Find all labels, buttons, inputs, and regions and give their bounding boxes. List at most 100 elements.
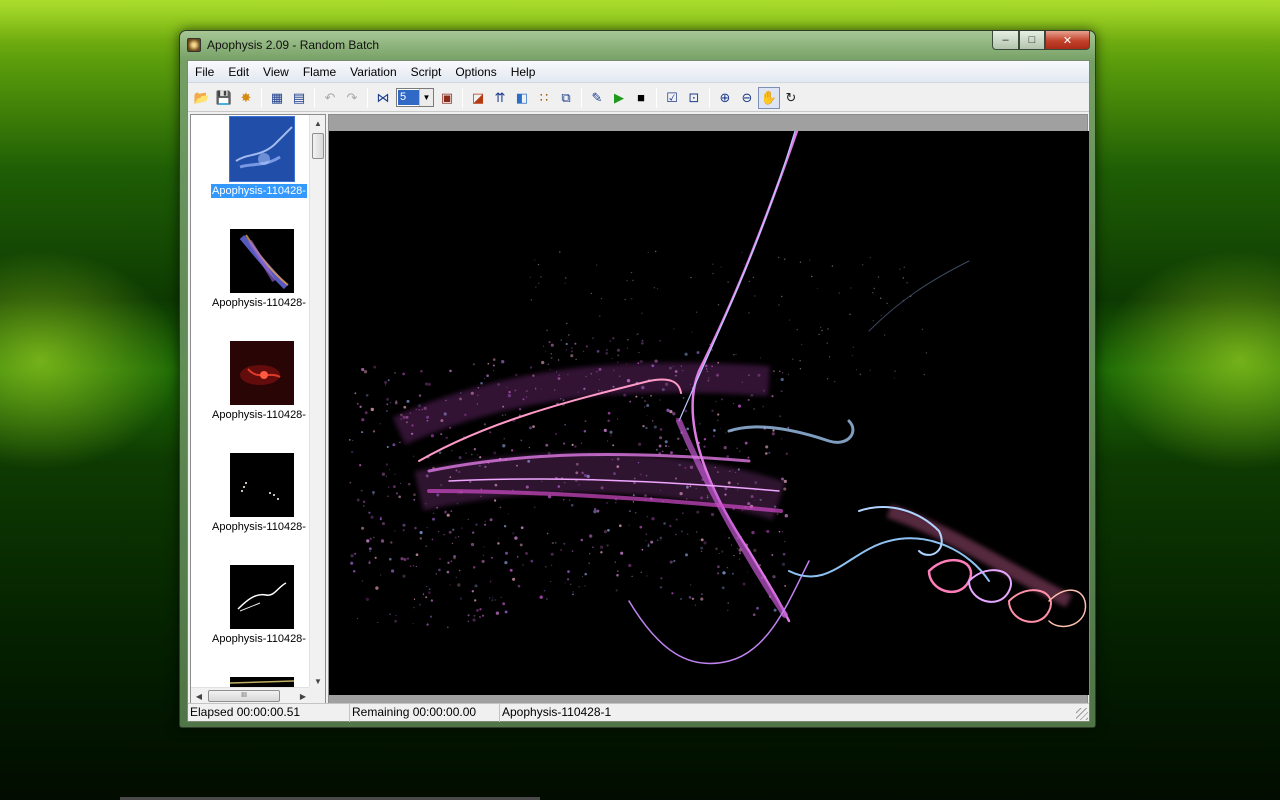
title-bar[interactable]: Apophysis 2.09 - Random Batch – □ ✕: [180, 31, 1095, 59]
flame-particle: [609, 434, 612, 437]
thumbnail-item[interactable]: Apophysis-110428-: [191, 561, 311, 661]
render-window-icon[interactable]: ⧉: [555, 87, 577, 109]
status-elapsed: Elapsed 00:00:00.51: [188, 704, 350, 722]
resize-grip[interactable]: [1076, 708, 1088, 720]
thumbnail-item[interactable]: Apophysis-110428-: [191, 449, 311, 549]
flame-particle: [413, 606, 415, 609]
edit-script-icon[interactable]: ✎: [586, 87, 608, 109]
flame-particle: [589, 534, 593, 538]
flame-thumbnail-image[interactable]: [230, 341, 294, 405]
adjust-icon[interactable]: ⇈: [489, 87, 511, 109]
flame-particle: [700, 597, 704, 601]
flame-particle: [381, 522, 386, 526]
menu-edit[interactable]: Edit: [221, 61, 256, 83]
run-script-icon[interactable]: ▶: [608, 87, 630, 109]
flame-thumbnail-image[interactable]: [230, 565, 294, 629]
flame-particle: [781, 531, 784, 533]
menu-options[interactable]: Options: [448, 61, 503, 83]
thumbnail-item[interactable]: Apophysis-110428-: [191, 337, 311, 437]
flame-preview-canvas[interactable]: [329, 129, 1089, 695]
flame-thumbnail-image[interactable]: [230, 229, 294, 293]
flame-particle: [748, 312, 750, 314]
vertical-scrollbar[interactable]: ▲ ▼: [309, 115, 325, 689]
redo-icon[interactable]: ↷: [341, 87, 363, 109]
flame-particle: [568, 334, 570, 336]
menu-flame[interactable]: Flame: [296, 61, 343, 83]
flame-particle: [653, 425, 657, 429]
flame-particle: [396, 492, 398, 495]
flame-particle: [449, 426, 452, 429]
thumbnail-label[interactable]: Apophysis-110428-: [211, 520, 307, 534]
vertical-scroll-thumb[interactable]: [312, 133, 324, 159]
maximize-icon: □: [1028, 34, 1036, 46]
flame-particle: [772, 575, 776, 579]
transform-icon[interactable]: ⊡: [683, 87, 705, 109]
menu-file[interactable]: File: [188, 61, 221, 83]
apophysis-app-icon[interactable]: [187, 38, 201, 52]
menu-help[interactable]: Help: [504, 61, 543, 83]
gradient-icon[interactable]: ◧: [511, 87, 533, 109]
flame-particle: [454, 536, 457, 539]
flame-thumbnail-image[interactable]: [230, 453, 294, 517]
flame-particle: [359, 405, 362, 408]
maximize-button[interactable]: □: [1019, 31, 1045, 50]
zoom-out-icon[interactable]: ⊖: [736, 87, 758, 109]
save-icon[interactable]: 💾: [213, 87, 235, 109]
open-icon[interactable]: 📂: [191, 87, 213, 109]
undo-icon[interactable]: ↶: [319, 87, 341, 109]
options-icon[interactable]: ☑: [661, 87, 683, 109]
thumbnail-label[interactable]: Apophysis-110428-: [211, 184, 307, 198]
flame-particle: [659, 586, 663, 589]
flame-particle: [669, 560, 673, 564]
list-view-icon[interactable]: ▦: [266, 87, 288, 109]
thumbnail-label[interactable]: Apophysis-110428-: [211, 296, 307, 310]
scroll-up-icon[interactable]: ▲: [310, 115, 325, 131]
thumbnail-label[interactable]: Apophysis-110428-: [211, 632, 307, 646]
menu-view[interactable]: View: [256, 61, 296, 83]
pan-icon[interactable]: ✋: [758, 86, 780, 109]
flame-particle: [491, 597, 494, 599]
flame-particle: [630, 271, 633, 274]
editor-icon[interactable]: ◪: [467, 87, 489, 109]
chevron-down-icon[interactable]: ▼: [419, 89, 433, 106]
flame-particle: [609, 430, 613, 434]
list-detail-icon[interactable]: ▤: [288, 87, 310, 109]
minimize-button[interactable]: –: [992, 31, 1019, 50]
flame-particle: [653, 287, 656, 289]
fractal-flame-image[interactable]: [329, 129, 1089, 695]
flame-particle: [571, 350, 573, 353]
thumbnail-item[interactable]: Apophysis-110428-: [191, 115, 311, 213]
mutation-grid-icon[interactable]: ∷: [533, 87, 555, 109]
flame-particle: [546, 532, 549, 535]
flame-particle: [615, 589, 618, 592]
rotate-icon[interactable]: ↻: [780, 87, 802, 109]
flame-particle: [851, 354, 854, 357]
flame-particle: [474, 599, 477, 602]
stop-script-icon[interactable]: ■: [630, 87, 652, 109]
random-batch-icon[interactable]: ✸: [235, 87, 257, 109]
horizontal-scroll-thumb[interactable]: III: [208, 690, 280, 702]
flame-particle: [698, 539, 700, 541]
flame-particle: [458, 569, 461, 572]
flame-particle: [426, 527, 428, 529]
flame-particle: [685, 553, 688, 557]
menu-script[interactable]: Script: [404, 61, 449, 83]
scroll-left-icon[interactable]: ◀: [191, 688, 207, 703]
thumbnail-item[interactable]: Apophysis-110428-: [191, 225, 311, 325]
flame-particle: [753, 408, 755, 410]
flame-particle: [645, 426, 648, 430]
flame-particle: [612, 337, 615, 340]
zoom-in-icon[interactable]: ⊕: [714, 87, 736, 109]
flame-particle: [493, 370, 495, 372]
flame-thumbnail-image[interactable]: [230, 117, 294, 181]
thumbnail-label[interactable]: Apophysis-110428-: [211, 408, 307, 422]
flame-particle: [372, 490, 375, 494]
mutate-icon[interactable]: ⋈: [372, 87, 394, 109]
close-button[interactable]: ✕: [1045, 31, 1090, 50]
flame-particle: [736, 447, 738, 449]
flame-particle: [402, 372, 406, 376]
fullscreen-icon[interactable]: ▣: [436, 87, 458, 109]
menu-variation[interactable]: Variation: [343, 61, 403, 83]
horizontal-scrollbar[interactable]: ◀ III ▶: [191, 687, 311, 703]
quality-combo[interactable]: 5 ▼: [396, 88, 434, 107]
